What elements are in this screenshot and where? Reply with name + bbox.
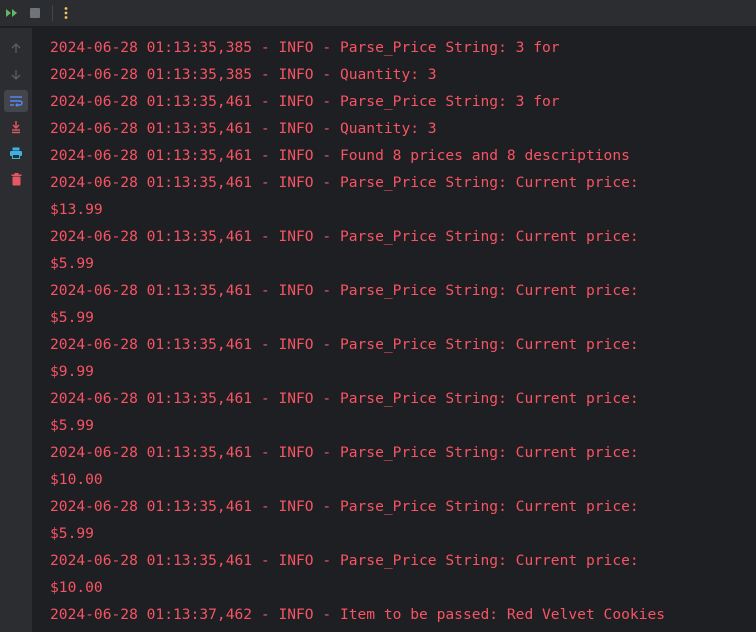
stop-icon[interactable]: [24, 2, 46, 24]
log-line: $9.99: [50, 363, 94, 380]
log-line: 2024-06-28 01:13:35,461 - INFO - Quantit…: [50, 120, 437, 137]
log-line: $10.00: [50, 579, 103, 596]
print-icon[interactable]: [4, 142, 28, 164]
scroll-up-icon[interactable]: [4, 37, 28, 59]
clear-all-icon[interactable]: [4, 168, 28, 190]
console-gutter: [0, 28, 32, 632]
more-options-icon[interactable]: [55, 2, 77, 24]
log-line: 2024-06-28 01:13:35,461 - INFO - Found 8…: [50, 147, 630, 164]
rerun-icon[interactable]: [1, 2, 23, 24]
log-line: $5.99: [50, 309, 94, 326]
log-line: $5.99: [50, 255, 94, 272]
log-line: 2024-06-28 01:13:35,461 - INFO - Parse_P…: [50, 552, 639, 569]
log-line: $10.00: [50, 471, 103, 488]
console-toolbar: [0, 0, 756, 27]
scroll-to-end-icon[interactable]: [4, 116, 28, 138]
log-line: 2024-06-28 01:13:35,461 - INFO - Parse_P…: [50, 336, 639, 353]
log-line: 2024-06-28 01:13:35,461 - INFO - Parse_P…: [50, 390, 639, 407]
log-line: $5.99: [50, 417, 94, 434]
run-console-window: , 2024-06-28 01:13:35,385 - INFO - Parse…: [0, 0, 756, 632]
console-output[interactable]: , 2024-06-28 01:13:35,385 - INFO - Parse…: [32, 28, 756, 632]
soft-wrap-icon[interactable]: [4, 90, 28, 112]
log-line: 2024-06-28 01:13:35,461 - INFO - Parse_P…: [50, 282, 639, 299]
log-line: 2024-06-28 01:13:35,461 - INFO - Parse_P…: [50, 174, 639, 191]
log-line: 2024-06-28 01:13:37,462 - INFO - Item to…: [50, 606, 666, 623]
log-line: 2024-06-28 01:13:35,461 - INFO - Parse_P…: [50, 498, 639, 515]
log-line: 2024-06-28 01:13:35,385 - INFO - Parse_P…: [50, 39, 560, 56]
log-line: 2024-06-28 01:13:35,385 - INFO - Quantit…: [50, 66, 437, 83]
scroll-down-icon[interactable]: [4, 64, 28, 86]
log-line: 2024-06-28 01:13:35,461 - INFO - Parse_P…: [50, 93, 560, 110]
log-line: 2024-06-28 01:13:35,461 - INFO - Parse_P…: [50, 444, 639, 461]
log-line: 2024-06-28 01:13:35,461 - INFO - Parse_P…: [50, 228, 639, 245]
toolbar-divider: [52, 5, 53, 21]
log-line: $5.99: [50, 525, 94, 542]
log-line: $13.99: [50, 201, 103, 218]
